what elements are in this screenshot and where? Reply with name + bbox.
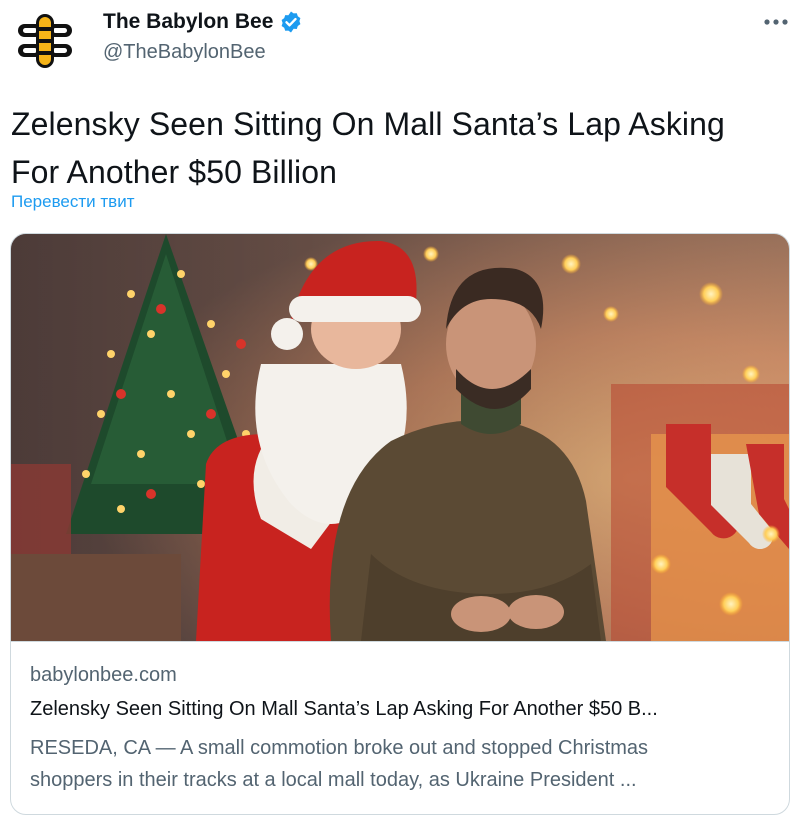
account-handle[interactable]: @TheBabylonBee xyxy=(103,41,303,64)
more-options-icon xyxy=(764,19,788,25)
card-text[interactable]: babylonbee.com Zelensky Seen Sitting On … xyxy=(11,641,789,791)
display-name[interactable]: The Babylon Bee xyxy=(103,10,273,34)
card-description-line: RESEDA, CA — A small commotion broke out… xyxy=(30,737,649,759)
link-card[interactable]: babylonbee.com Zelensky Seen Sitting On … xyxy=(10,233,790,815)
translate-tweet-link[interactable]: Перевести твит xyxy=(11,192,134,212)
card-description-line: shoppers in their tracks at a local mall… xyxy=(30,769,637,791)
card-image[interactable] xyxy=(11,234,789,641)
card-description: RESEDA, CA — A small commotion broke out… xyxy=(30,732,770,796)
tweet-text-line: For Another $50 Billion xyxy=(11,154,338,190)
card-title: Zelensky Seen Sitting On Mall Santa’s La… xyxy=(30,698,658,720)
verified-badge-icon xyxy=(281,11,301,33)
avatar[interactable] xyxy=(10,6,80,76)
tweet-text: Zelensky Seen Sitting On Mall Santa’s La… xyxy=(11,100,791,196)
card-domain: babylonbee.com xyxy=(30,664,177,686)
tweet-text-line: Zelensky Seen Sitting On Mall Santa’s La… xyxy=(11,106,725,142)
bee-logo-icon xyxy=(18,14,72,68)
tweet-header: The Babylon Bee @TheBabylonBee xyxy=(0,0,800,90)
more-options-button[interactable] xyxy=(760,8,792,36)
santa-photo xyxy=(11,234,789,641)
